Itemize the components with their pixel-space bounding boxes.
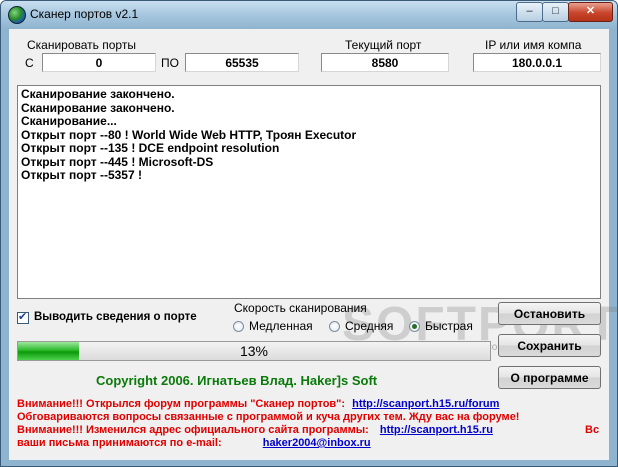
site-notice-tail: Вс bbox=[585, 424, 600, 436]
title-bar[interactable]: Сканер портов v2.1 – □ ✕ bbox=[1, 1, 617, 29]
log-line: Открыт порт --80 ! World Wide Web HTTP, … bbox=[21, 127, 357, 142]
log-line: Сканирование закончено. bbox=[21, 100, 175, 115]
current-port-label: Текущий порт bbox=[345, 38, 422, 52]
speed-fast-radio[interactable] bbox=[409, 321, 420, 332]
globe-icon bbox=[8, 6, 26, 24]
close-button[interactable]: ✕ bbox=[568, 2, 613, 22]
log-line: Сканирование... bbox=[21, 114, 117, 128]
forum-notice-text: Внимание!!! Открылся форум программы "Ск… bbox=[17, 398, 346, 410]
forum-description: Обговариваются вопросы связанные с прогр… bbox=[17, 411, 520, 423]
save-button[interactable]: Сохранить bbox=[498, 334, 601, 357]
email-notice-text: ваши письма принимаются по e-mail: bbox=[17, 437, 222, 449]
speed-label: Скорость сканирования bbox=[234, 301, 367, 315]
forum-link[interactable]: http://scanport.h15.ru/forum bbox=[352, 398, 499, 410]
progress-percent: 13% bbox=[239, 343, 269, 359]
scan-ports-label: Сканировать порты bbox=[27, 38, 136, 52]
stop-button[interactable]: Остановить bbox=[498, 302, 601, 325]
site-notice: Внимание!!! Изменился адрес официального… bbox=[17, 424, 493, 436]
log-line: Сканирование закончено. bbox=[21, 87, 175, 101]
email-link[interactable]: haker2004@inbox.ru bbox=[263, 437, 371, 449]
forum-notice: Внимание!!! Открылся форум программы "Ск… bbox=[17, 398, 499, 410]
current-port-field: 8580 bbox=[321, 53, 449, 72]
log-line: Открыт порт --445 ! Microsoft-DS bbox=[21, 154, 214, 169]
speed-slow-radio[interactable] bbox=[233, 321, 244, 332]
email-notice: ваши письма принимаются по e-mail: haker… bbox=[17, 437, 371, 449]
maximize-button[interactable]: □ bbox=[542, 2, 569, 22]
show-info-checkbox[interactable] bbox=[17, 310, 29, 324]
app-window: Сканер портов v2.1 – □ ✕ Сканировать пор… bbox=[0, 0, 618, 467]
client-area: Сканировать порты С 0 ПО 65535 Текущий п… bbox=[9, 29, 617, 460]
log-line: Открыт порт --135 ! DCE endpoint resolut… bbox=[21, 141, 280, 155]
window-title: Сканер портов v2.1 bbox=[30, 7, 139, 21]
speed-slow-label[interactable]: Медленная bbox=[249, 319, 313, 333]
copyright-text: Copyright 2006. Игнатьев Влад. Haker]s S… bbox=[96, 373, 378, 388]
about-button[interactable]: О программе bbox=[498, 366, 601, 389]
from-label: С bbox=[25, 56, 34, 70]
host-label: IP или имя компа bbox=[485, 38, 582, 52]
to-port-input[interactable]: 65535 bbox=[185, 53, 299, 72]
site-notice-text: Внимание!!! Изменился адрес официального… bbox=[17, 424, 369, 436]
scan-progress-bar: 13% bbox=[17, 341, 491, 361]
scan-log[interactable]: Сканирование закончено. Сканирование зак… bbox=[17, 85, 601, 299]
speed-fast-label[interactable]: Быстрая bbox=[425, 319, 473, 333]
from-port-input[interactable]: 0 bbox=[42, 53, 156, 72]
speed-medium-radio[interactable] bbox=[329, 321, 340, 332]
host-input[interactable]: 180.0.0.1 bbox=[473, 53, 601, 72]
minimize-button[interactable]: – bbox=[516, 2, 543, 22]
site-link[interactable]: http://scanport.h15.ru bbox=[380, 424, 493, 436]
show-info-label[interactable]: Выводить сведения о порте bbox=[34, 311, 197, 323]
to-label: ПО bbox=[161, 56, 179, 70]
log-line: Открыт порт --5357 ! bbox=[21, 168, 142, 182]
speed-medium-label[interactable]: Средняя bbox=[345, 319, 393, 333]
